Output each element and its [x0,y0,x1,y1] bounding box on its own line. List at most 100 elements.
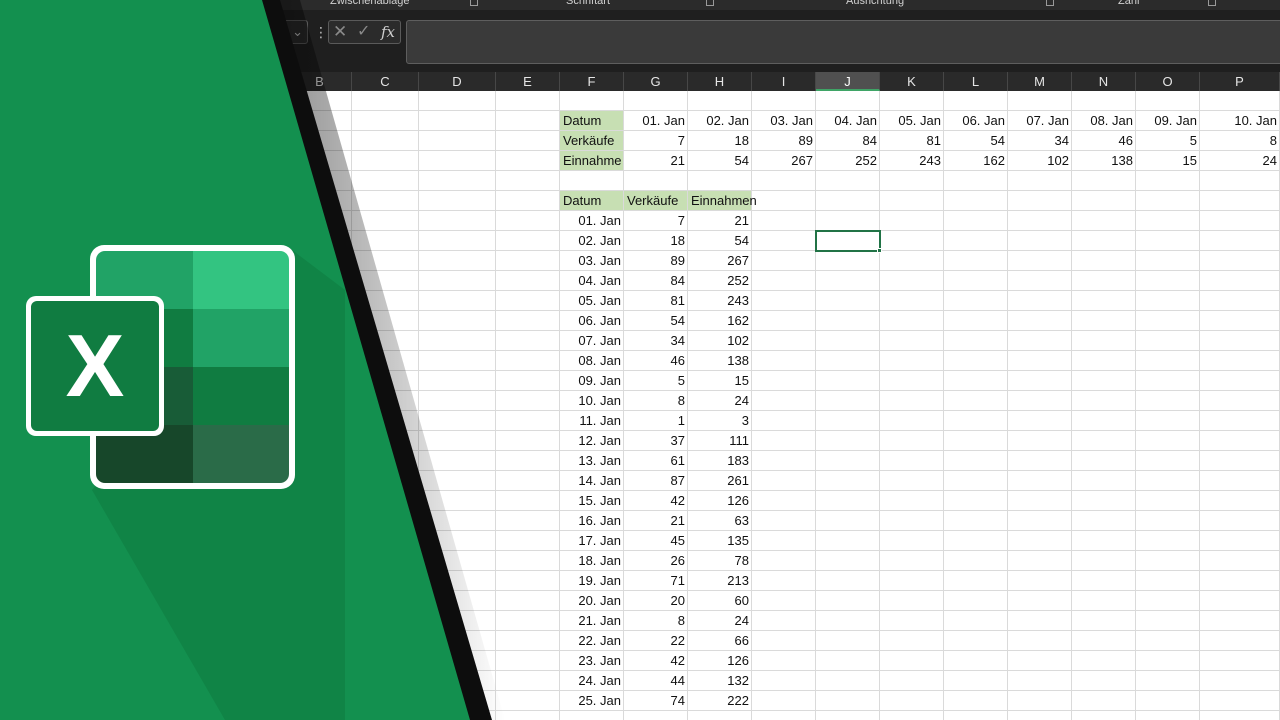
table-cell[interactable]: 267 [688,251,751,270]
dialog-launcher-icon[interactable] [706,0,714,6]
dialog-launcher-icon[interactable] [1208,0,1216,6]
row-label-cell[interactable]: Datum [560,111,623,130]
table-cell[interactable]: 8 [624,391,687,410]
sales-cell[interactable]: 7 [624,131,687,150]
date-cell[interactable]: 05. Jan [880,111,943,130]
column-header-j[interactable]: J [816,72,880,91]
table-cell[interactable]: 19. Jan [560,571,623,590]
table-cell[interactable]: 66 [688,631,751,650]
table-cell[interactable]: 15. Jan [560,491,623,510]
table-cell[interactable]: 02. Jan [560,231,623,250]
sales-cell[interactable]: 8 [1200,131,1279,150]
table-cell[interactable]: 20 [624,591,687,610]
table-cell[interactable]: 24. Jan [560,671,623,690]
column-header-f[interactable]: F [560,72,624,91]
table-cell[interactable]: 24 [688,391,751,410]
table-cell[interactable]: 46 [624,351,687,370]
sales-cell[interactable]: 5 [1136,131,1199,150]
table-cell[interactable]: 5 [624,371,687,390]
table-cell[interactable]: 21 [624,511,687,530]
table-cell[interactable]: 74 [624,691,687,710]
column-header-c[interactable]: C [352,72,419,91]
table-cell[interactable]: 45 [624,531,687,550]
revenue-cell[interactable]: 162 [944,151,1007,170]
column-header-b[interactable]: B [288,72,352,91]
table-cell[interactable]: 17. Jan [560,531,623,550]
formula-input[interactable] [406,20,1280,64]
table-cell[interactable]: 13. Jan [560,451,623,470]
sales-cell[interactable]: 54 [944,131,1007,150]
table-cell[interactable]: 54 [624,311,687,330]
fill-handle[interactable] [877,248,882,253]
table-cell[interactable]: 213 [688,571,751,590]
row-label-cell[interactable]: Einnahme [560,151,623,170]
table-cell[interactable]: 3 [688,411,751,430]
table-cell[interactable]: 10. Jan [560,391,623,410]
date-cell[interactable]: 04. Jan [816,111,879,130]
table-cell[interactable]: 42 [624,491,687,510]
table-cell[interactable]: 138 [688,351,751,370]
table-cell[interactable]: 20. Jan [560,591,623,610]
date-cell[interactable]: 06. Jan [944,111,1007,130]
table-cell[interactable]: 183 [688,451,751,470]
table-cell[interactable]: 01. Jan [560,211,623,230]
table-header-cell[interactable]: Datum [560,191,623,210]
sales-cell[interactable]: 81 [880,131,943,150]
table-cell[interactable]: 132 [688,671,751,690]
table-cell[interactable]: 81 [624,291,687,310]
column-header-g[interactable]: G [624,72,688,91]
date-cell[interactable]: 08. Jan [1072,111,1135,130]
revenue-cell[interactable]: 102 [1008,151,1071,170]
spreadsheet-grid[interactable]: Datum Verkäufe Einnahme 01. Jan 7 21 02. Jan 18… [0,91,1280,720]
sales-cell[interactable]: 89 [752,131,815,150]
table-cell[interactable]: 261 [688,471,751,490]
table-header-cell[interactable]: Einnahmen [688,191,757,210]
table-cell[interactable]: 60 [688,591,751,610]
table-cell[interactable]: 07. Jan [560,331,623,350]
table-cell[interactable]: 1 [624,411,687,430]
table-cell[interactable]: 03. Jan [560,251,623,270]
table-cell[interactable]: 22 [624,631,687,650]
table-cell[interactable]: 78 [688,551,751,570]
table-cell[interactable]: 26 [624,551,687,570]
table-cell[interactable]: 63 [688,511,751,530]
column-header-l[interactable]: L [944,72,1008,91]
table-cell[interactable]: 243 [688,291,751,310]
revenue-cell[interactable]: 21 [624,151,687,170]
column-header-m[interactable]: M [1008,72,1072,91]
cancel-icon[interactable]: ✕ [333,21,347,43]
table-cell[interactable]: 84 [624,271,687,290]
row-label-cell[interactable]: Verkäufe [560,131,623,150]
revenue-cell[interactable]: 15 [1136,151,1199,170]
column-header-o[interactable]: O [1136,72,1200,91]
table-cell[interactable]: 135 [688,531,751,550]
table-cell[interactable]: 14. Jan [560,471,623,490]
table-cell[interactable]: 12. Jan [560,431,623,450]
sales-cell[interactable]: 84 [816,131,879,150]
table-cell[interactable]: 23. Jan [560,651,623,670]
table-cell[interactable]: 11. Jan [560,411,623,430]
table-cell[interactable]: 8 [624,611,687,630]
table-cell[interactable]: 71 [624,571,687,590]
table-cell[interactable]: 16. Jan [560,511,623,530]
column-header-n[interactable]: N [1072,72,1136,91]
date-cell[interactable]: 07. Jan [1008,111,1071,130]
revenue-cell[interactable]: 138 [1072,151,1135,170]
sales-cell[interactable]: 18 [688,131,751,150]
table-cell[interactable]: 111 [688,431,751,450]
table-cell[interactable]: 54 [688,231,751,250]
table-cell[interactable]: 05. Jan [560,291,623,310]
table-cell[interactable]: 37 [624,431,687,450]
table-cell[interactable]: 162 [688,311,751,330]
table-cell[interactable]: 89 [624,251,687,270]
dialog-launcher-icon[interactable] [1046,0,1054,6]
table-cell[interactable]: 24 [688,611,751,630]
column-header-e[interactable]: E [496,72,560,91]
column-header-p[interactable]: P [1200,72,1280,91]
confirm-icon[interactable]: ✓ [357,21,370,43]
table-cell[interactable]: 04. Jan [560,271,623,290]
revenue-cell[interactable]: 243 [880,151,943,170]
table-cell[interactable]: 18 [624,231,687,250]
table-cell[interactable]: 7 [624,211,687,230]
revenue-cell[interactable]: 252 [816,151,879,170]
